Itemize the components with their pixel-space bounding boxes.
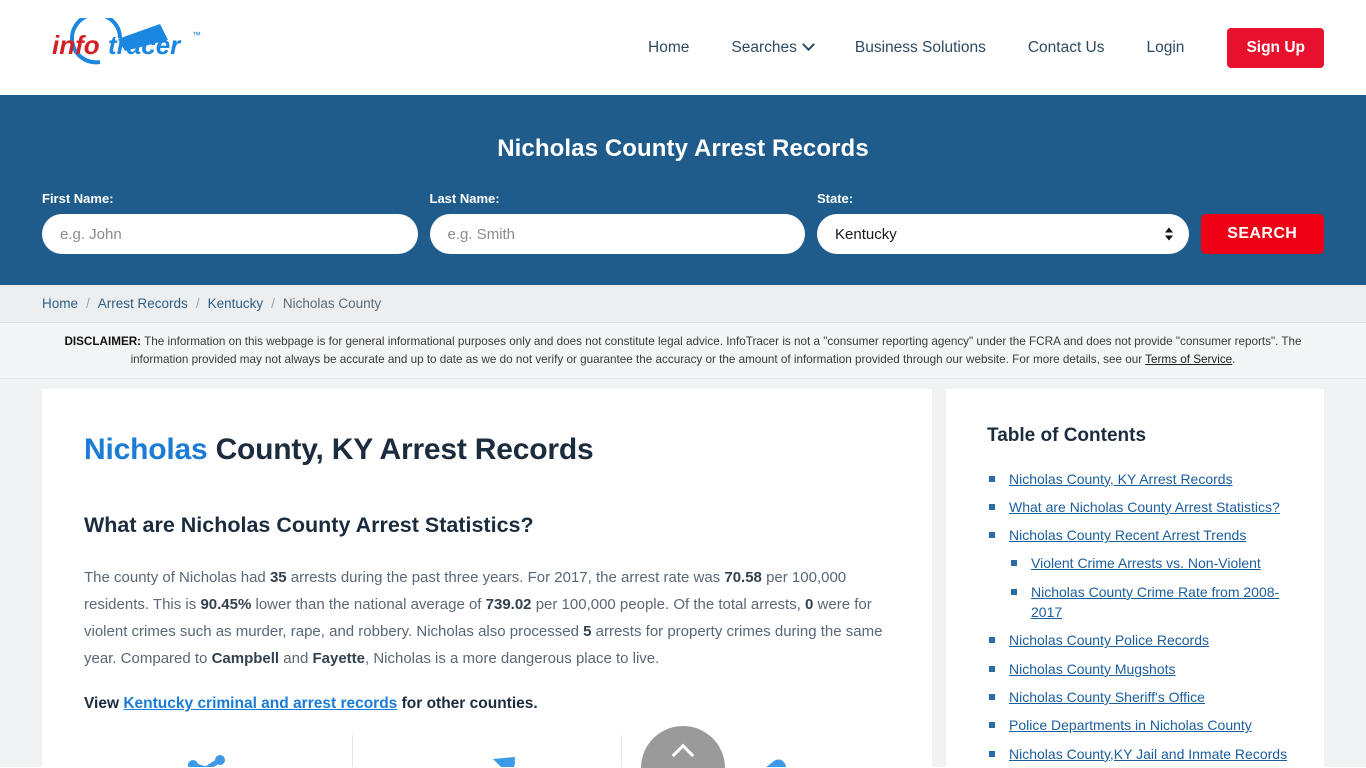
last-name-field-group: Last Name:	[429, 191, 805, 254]
table-of-contents-card: Table of Contents Nicholas County, KY Ar…	[946, 388, 1324, 767]
search-button[interactable]: SEARCH	[1200, 214, 1325, 254]
state-label: State:	[817, 191, 854, 206]
nav-item-contact-us[interactable]: Contact Us	[1007, 40, 1126, 56]
toc-item[interactable]: Nicholas County Police Records	[987, 630, 1294, 650]
first-name-field-group: First Name:	[42, 191, 418, 254]
breadcrumb-item-home[interactable]: Home	[42, 296, 78, 311]
chevron-down-icon	[801, 38, 815, 52]
nav-item-login[interactable]: Login	[1126, 40, 1206, 56]
disclaimer-label: DISCLAIMER:	[64, 335, 142, 348]
arrow-trend-up-icon	[493, 756, 515, 767]
nav-label: Searches	[731, 38, 797, 56]
section-heading-arrest-statistics: What are Nicholas County Arrest Statisti…	[84, 512, 534, 537]
view-suffix: for other counties.	[397, 694, 538, 712]
article-title-highlight: Nicholas	[84, 432, 208, 466]
article-title-rest: County, KY Arrest Records	[207, 432, 594, 466]
toc-item[interactable]: What are Nicholas County Arrest Statisti…	[987, 497, 1294, 517]
paragraph-text: , Nicholas is a more dangerous place to …	[365, 650, 660, 668]
stat-arrest-rate: 70.58	[724, 568, 762, 586]
disclaimer-text-end: .	[1232, 352, 1236, 366]
paragraph-text: lower than the national average of	[251, 595, 486, 613]
svg-text:tracer: tracer	[108, 30, 182, 60]
disclaimer-banner: DISCLAIMER: The information on this webp…	[0, 323, 1366, 379]
breadcrumb-separator: /	[271, 296, 275, 311]
feature-icon-strip	[84, 734, 890, 767]
main-content-card: Nicholas County, KY Arrest Records What …	[42, 388, 932, 767]
toc-title: Table of Contents	[987, 424, 1147, 446]
paragraph-text: arrests during the past three years. For…	[286, 568, 725, 586]
toc-item[interactable]: Nicholas County Recent Arrest Trends Vio…	[987, 525, 1294, 622]
page-body: Nicholas County, KY Arrest Records What …	[0, 378, 1366, 767]
paragraph-text: per 100,000 people. Of the total arrests…	[531, 595, 806, 613]
nav-label: Login	[1146, 38, 1185, 56]
handcuffs-icon	[188, 754, 225, 767]
feature-icon-cell-trend[interactable]	[353, 734, 622, 767]
nav-label: Home	[648, 38, 690, 56]
county-compare-fayette: Fayette	[312, 650, 365, 668]
toc-link-arrest-statistics[interactable]: What are Nicholas County Arrest Statisti…	[1009, 499, 1280, 515]
stat-national-average: 739.02	[485, 595, 532, 613]
toc-item[interactable]: Nicholas County,KY Jail and Inmate Recor…	[987, 744, 1294, 764]
toc-subitem[interactable]: Violent Crime Arrests vs. Non-Violent	[1009, 553, 1294, 573]
svg-text:info: info	[52, 30, 100, 60]
breadcrumb-separator: /	[195, 296, 200, 311]
disclaimer-text: The information on this webpage is for g…	[130, 335, 1302, 366]
arrest-statistics-paragraph: The county of Nicholas had 35 arrests du…	[84, 564, 890, 673]
state-select[interactable]: Kentucky	[817, 214, 1189, 254]
toc-link-sheriffs-office[interactable]: Nicholas County Sheriff's Office	[1009, 689, 1205, 705]
search-hero: Nicholas County Arrest Records First Nam…	[0, 95, 1366, 285]
toc-item[interactable]: Nicholas County, KY Arrest Records	[987, 469, 1294, 489]
stat-total-arrests: 35	[269, 568, 287, 586]
nav-label: Business Solutions	[854, 38, 986, 56]
terms-of-service-link[interactable]: Terms of Service	[1145, 353, 1232, 366]
toc-link-arrest-records[interactable]: Nicholas County, KY Arrest Records	[1009, 471, 1233, 487]
paragraph-text: and	[279, 650, 313, 668]
toc-link-violent-vs-nonviolent[interactable]: Violent Crime Arrests vs. Non-Violent	[1031, 555, 1261, 571]
infotracer-logo[interactable]: info tracer ™	[42, 17, 212, 78]
toc-link-recent-arrest-trends[interactable]: Nicholas County Recent Arrest Trends	[1009, 527, 1246, 543]
view-other-counties-line: View Kentucky criminal and arrest record…	[84, 695, 890, 713]
stat-percent-lower: 90.45%	[200, 595, 252, 613]
toc-item[interactable]: Police Departments in Nicholas County	[987, 715, 1294, 735]
nav-label: Contact Us	[1027, 38, 1105, 56]
paragraph-text: The county of Nicholas had	[84, 568, 270, 586]
kentucky-records-link[interactable]: Kentucky criminal and arrest records	[123, 695, 397, 712]
toc-list: Nicholas County, KY Arrest Records What …	[987, 469, 1294, 764]
nav-item-business-solutions[interactable]: Business Solutions	[834, 40, 1007, 56]
site-header: info tracer ™ Home Searches Business Sol…	[0, 0, 1366, 95]
search-form: First Name: Last Name: State: Kentucky S…	[42, 191, 1325, 254]
toc-sublist: Violent Crime Arrests vs. Non-Violent Ni…	[1009, 553, 1294, 622]
article-title: Nicholas County, KY Arrest Records	[84, 433, 890, 467]
toc-link-jail-inmate-records[interactable]: Nicholas County,KY Jail and Inmate Recor…	[1009, 746, 1287, 762]
toc-link-police-records[interactable]: Nicholas County Police Records	[1009, 632, 1209, 648]
sign-up-button[interactable]: Sign Up	[1227, 27, 1324, 68]
nav-item-home[interactable]: Home	[627, 40, 710, 56]
last-name-input[interactable]	[429, 214, 805, 254]
toc-item[interactable]: Nicholas County Mugshots	[987, 659, 1294, 679]
state-field-group: State: Kentucky	[817, 191, 1189, 254]
first-name-input[interactable]	[42, 214, 418, 254]
svg-text:™: ™	[192, 30, 201, 40]
chevron-up-icon	[671, 743, 695, 767]
toc-link-police-departments[interactable]: Police Departments in Nicholas County	[1009, 717, 1252, 733]
breadcrumb-item-nicholas-county: Nicholas County	[282, 296, 382, 311]
view-prefix: View	[84, 694, 124, 712]
breadcrumb-separator: /	[86, 296, 90, 311]
last-name-label: Last Name:	[429, 191, 500, 206]
page-title: Nicholas County Arrest Records	[497, 135, 869, 162]
police-baton-icon	[736, 759, 786, 767]
toc-link-mugshots[interactable]: Nicholas County Mugshots	[1009, 661, 1176, 677]
main-navigation: Home Searches Business Solutions Contact…	[627, 27, 1324, 68]
nav-item-searches[interactable]: Searches	[710, 38, 833, 56]
toc-subitem[interactable]: Nicholas County Crime Rate from 2008-201…	[1009, 582, 1294, 623]
county-compare-campbell: Campbell	[211, 650, 280, 668]
toc-link-crime-rate-2008-2017[interactable]: Nicholas County Crime Rate from 2008-201…	[1031, 584, 1279, 620]
breadcrumb-item-kentucky[interactable]: Kentucky	[208, 296, 264, 311]
breadcrumb: Home / Arrest Records / Kentucky / Nicho…	[0, 285, 1366, 323]
state-select-wrapper: Kentucky	[817, 214, 1189, 254]
feature-icon-cell-handcuffs[interactable]	[84, 734, 353, 767]
first-name-label: First Name:	[42, 191, 114, 206]
breadcrumb-item-arrest-records[interactable]: Arrest Records	[98, 296, 188, 311]
toc-item[interactable]: Nicholas County Sheriff's Office	[987, 687, 1294, 707]
